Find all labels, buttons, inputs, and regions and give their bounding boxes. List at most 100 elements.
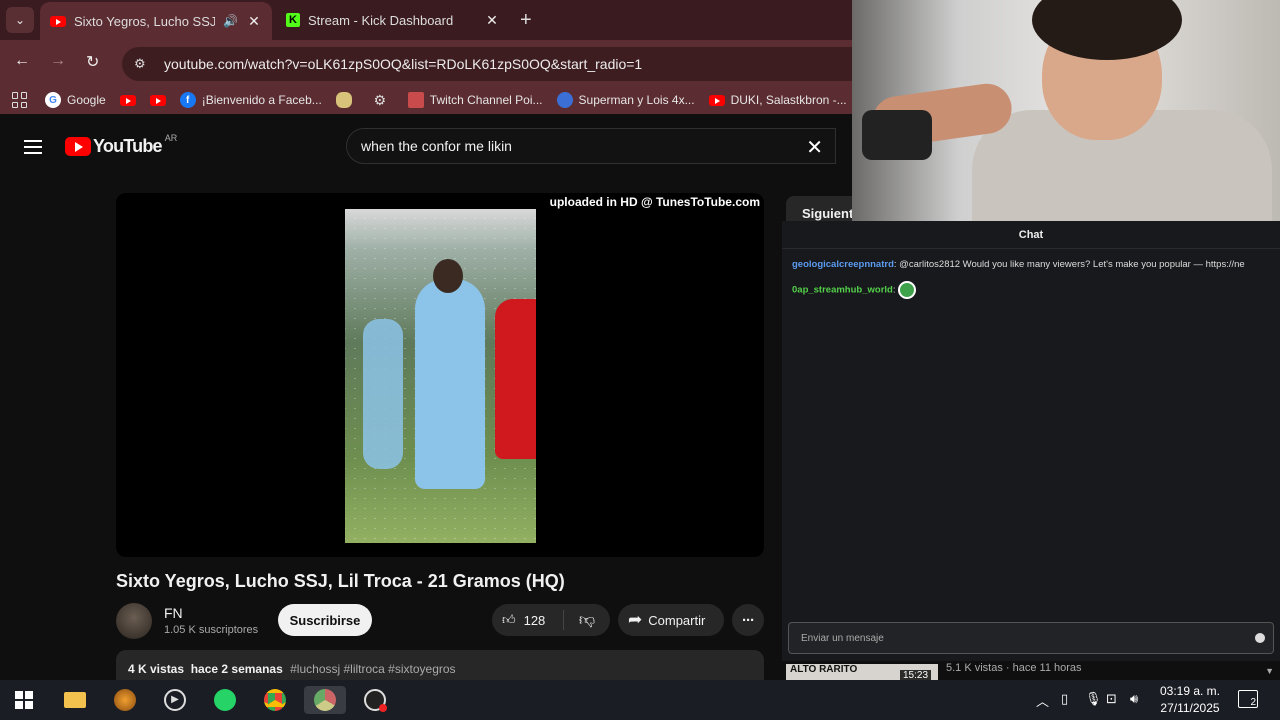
folder-icon bbox=[64, 692, 86, 708]
recording-dot-icon bbox=[379, 704, 387, 712]
bookmark-youtube-2[interactable] bbox=[149, 94, 166, 106]
search-query: when the confor me likin bbox=[361, 138, 512, 154]
close-tab-icon[interactable]: ✕ bbox=[246, 13, 262, 30]
chat-emote-icon bbox=[898, 281, 917, 299]
bookmarks-bar: G Google f ¡Bienvenido a Faceb... ⚙ Twitch… bbox=[0, 86, 852, 114]
share-icon: ➦ bbox=[628, 610, 643, 629]
bookmark-facebook[interactable]: f ¡Bienvenido a Faceb... bbox=[179, 92, 322, 108]
webcam-overlay bbox=[852, 0, 1280, 221]
chat-overlay: Chat geologicalcreepnnatrd: @carlitos281… bbox=[782, 221, 1280, 661]
apps-icon[interactable] bbox=[12, 92, 27, 108]
chat-message-input[interactable]: Enviar un mensaje bbox=[788, 622, 1274, 654]
subscriber-count: 1.05 K suscriptores bbox=[164, 624, 259, 636]
whatsapp-button[interactable] bbox=[211, 686, 239, 714]
site-info-icon[interactable]: ⚙ bbox=[134, 56, 152, 72]
reload-icon[interactable]: ↻ bbox=[86, 52, 99, 72]
screen: ⌄ Sixto Yegros, Lucho SSJ, Lil T 🔊 ✕ K S… bbox=[0, 0, 1280, 720]
system-clock[interactable]: 03:19 a. m. 27/11/2025 bbox=[1150, 683, 1230, 717]
recommended-video[interactable]: ALTO RARITO 15:23 5.1 K vistas · hace 11… bbox=[786, 662, 1280, 680]
video-duration: 15:23 bbox=[900, 670, 932, 680]
chrome-icon bbox=[264, 689, 286, 711]
twitch-icon bbox=[407, 92, 424, 108]
url-text: youtube.com/watch?v=oLK61zpS0OQ&list=RDo… bbox=[164, 56, 643, 72]
obs-button[interactable] bbox=[361, 686, 389, 714]
hashtags[interactable]: #luchossj #liltroca #sixtoyegros bbox=[290, 662, 455, 676]
chat-message: geologicalcreepnnatrd: @carlitos2812 Wou… bbox=[792, 259, 1245, 270]
chrome-button[interactable] bbox=[261, 686, 289, 714]
address-bar[interactable]: ⚙ youtube.com/watch?v=oLK61zpS0OQ&list=R… bbox=[122, 47, 852, 81]
channel-name[interactable]: FN bbox=[164, 605, 183, 621]
view-count: 4 K vistas bbox=[128, 662, 185, 676]
channel-avatar[interactable] bbox=[116, 603, 152, 639]
tab-title: Stream - Kick Dashboard bbox=[308, 12, 454, 28]
youtube-icon bbox=[65, 137, 91, 156]
chat-username[interactable]: 0ap_streamhub_world bbox=[792, 285, 893, 296]
clock-time: 03:19 a. m. bbox=[1159, 684, 1221, 698]
notification-icon[interactable]: 2 bbox=[1238, 690, 1258, 708]
volume-icon[interactable]: 🔊︎ bbox=[1130, 691, 1138, 707]
like-dislike-group: 👍︎ 128 👎︎ bbox=[492, 604, 610, 636]
video-watermark: uploaded in HD @ TunesToTube.com bbox=[549, 195, 760, 209]
bookmark-twitch[interactable]: Twitch Channel Poi... bbox=[407, 92, 543, 108]
youtube-icon bbox=[708, 94, 725, 106]
search-input[interactable]: when the confor me likin ✕ bbox=[346, 128, 836, 164]
emoji-icon[interactable] bbox=[1255, 633, 1265, 643]
youtube-icon bbox=[149, 94, 166, 106]
windows-icon bbox=[15, 691, 33, 709]
close-tab-icon[interactable]: ✕ bbox=[484, 12, 500, 29]
youtube-icon bbox=[119, 94, 136, 106]
whatsapp-icon bbox=[214, 689, 236, 711]
more-actions-icon[interactable]: ··· bbox=[732, 604, 764, 636]
menu-icon[interactable] bbox=[24, 140, 42, 154]
bookmark-icon bbox=[335, 92, 352, 108]
chrome-icon bbox=[314, 689, 336, 711]
file-explorer-button[interactable] bbox=[61, 686, 89, 714]
media-player-button[interactable]: ▶ bbox=[161, 686, 189, 714]
chat-title: Chat bbox=[782, 221, 1280, 249]
youtube-logo[interactable]: YouTube AR bbox=[65, 133, 177, 157]
facebook-icon: f bbox=[179, 92, 196, 108]
youtube-icon bbox=[50, 15, 66, 27]
tab-title: Sixto Yegros, Lucho SSJ, Lil T bbox=[74, 13, 216, 29]
dislike-button[interactable]: 👎︎ bbox=[564, 611, 610, 630]
app-icon bbox=[114, 689, 136, 711]
subscribe-button[interactable]: Suscribirse bbox=[278, 604, 372, 636]
upload-date: hace 2 semanas bbox=[190, 662, 283, 676]
globe-icon bbox=[556, 92, 573, 108]
bookmark-settings[interactable]: ⚙ bbox=[372, 92, 394, 108]
bookmark-youtube[interactable] bbox=[119, 94, 136, 106]
gear-icon: ⚙ bbox=[373, 91, 387, 108]
chevron-down-icon[interactable]: ▼ bbox=[1265, 666, 1274, 676]
tab-kick-dashboard[interactable]: K Stream - Kick Dashboard ✕ bbox=[276, 0, 510, 40]
chevron-up-icon[interactable]: ︿ bbox=[1036, 691, 1049, 710]
bookmark-google[interactable]: G Google bbox=[45, 92, 106, 108]
thumbs-down-icon: 👎︎ bbox=[578, 611, 596, 629]
chat-username[interactable]: geologicalcreepnnatrd bbox=[792, 259, 894, 270]
google-icon: G bbox=[45, 92, 61, 108]
clear-search-icon[interactable]: ✕ bbox=[806, 135, 823, 160]
bookmark-generic[interactable] bbox=[335, 92, 358, 108]
speaker-icon[interactable]: 🔊 bbox=[223, 14, 238, 28]
like-button[interactable]: 👍︎ 128 bbox=[492, 610, 564, 630]
bookmark-duki[interactable]: DUKI, Salastkbron -... bbox=[708, 93, 847, 107]
start-button[interactable] bbox=[10, 686, 38, 714]
microphone-icon[interactable]: 🎙︎ bbox=[1085, 691, 1102, 707]
bookmark-superman[interactable]: Superman y Lois 4x... bbox=[556, 92, 695, 108]
play-icon: ▶ bbox=[164, 689, 186, 711]
device-icon[interactable]: ▯ bbox=[1061, 691, 1068, 707]
tab-search-icon[interactable]: ⌄ bbox=[6, 7, 34, 33]
video-title: Sixto Yegros, Lucho SSJ, Lil Troca - 21 … bbox=[116, 571, 565, 591]
thumbs-up-icon: 👍︎ bbox=[502, 612, 516, 627]
back-icon[interactable]: ← bbox=[14, 52, 30, 70]
chrome-active-button[interactable] bbox=[304, 686, 346, 714]
clock-date: 27/11/2025 bbox=[1160, 701, 1220, 715]
kick-icon: K bbox=[286, 13, 300, 27]
network-icon[interactable]: ⊡ bbox=[1106, 691, 1117, 707]
windows-taskbar: ▶ ︿ ▯ 🎙︎ ⊡ 🔊︎ 03:19 a. m. 27/11/2025 2 bbox=[0, 680, 1280, 720]
app-button[interactable] bbox=[111, 686, 139, 714]
tab-youtube[interactable]: Sixto Yegros, Lucho SSJ, Lil T 🔊 ✕ bbox=[40, 2, 272, 40]
forward-icon[interactable]: → bbox=[50, 52, 66, 70]
video-player[interactable]: uploaded in HD @ TunesToTube.com bbox=[116, 193, 764, 557]
new-tab-icon[interactable]: + bbox=[520, 9, 532, 32]
share-button[interactable]: ➦ Compartir bbox=[618, 604, 724, 636]
